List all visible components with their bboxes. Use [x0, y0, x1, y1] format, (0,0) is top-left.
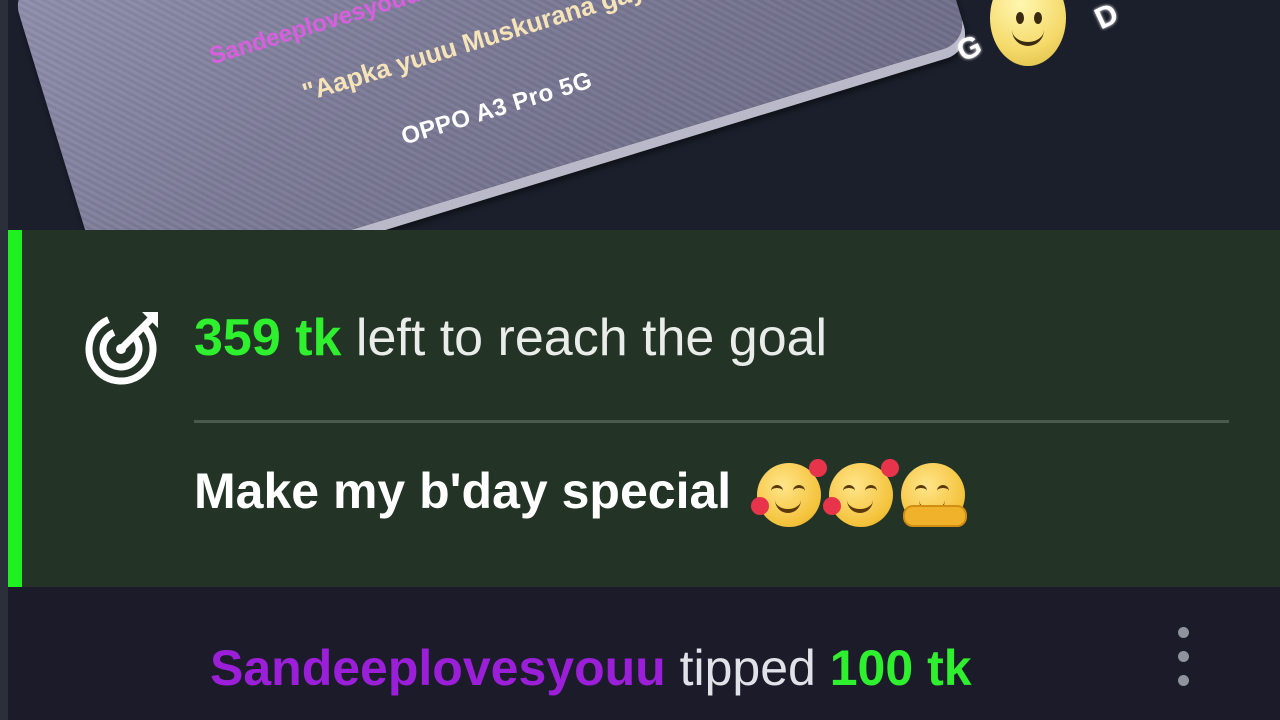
- goal-remaining-text: left to reach the goal: [355, 309, 828, 367]
- goal-title: Make my b'day special: [194, 459, 973, 528]
- target-icon: [85, 312, 158, 385]
- more-vertical-icon[interactable]: [1168, 627, 1198, 701]
- goal-emoji-group: [751, 459, 973, 528]
- goal-progress-line: 359 tk left to reach the goal: [194, 308, 827, 368]
- tip-amount: 100 tk: [829, 640, 972, 696]
- goal-divider: [194, 420, 1229, 423]
- tip-text-line: Sandeeplovesyouu tipped 100 tk: [210, 639, 972, 697]
- sticker-letter-d: D: [1089, 0, 1124, 37]
- smiling-face-with-hearts-icon: [751, 459, 828, 528]
- sticker-letter-g: G: [951, 28, 988, 69]
- goal-message: 359 tk left to reach the goal Make my b'…: [8, 230, 1280, 587]
- smiling-face-with-hearts-icon: [823, 459, 900, 528]
- left-rail: [0, 0, 8, 720]
- goal-title-text: Make my b'day special: [194, 463, 732, 519]
- tip-message: Sandeeplovesyouu tipped 100 tk: [8, 587, 1280, 720]
- smiley-icon: [990, 0, 1066, 66]
- tip-action: tipped: [679, 640, 816, 696]
- chat-feed: Sandeeplovesyouu "Aapka yuuu Muskurana g…: [0, 0, 1280, 720]
- tip-username[interactable]: Sandeeplovesyouu: [210, 640, 666, 696]
- sticker-cluster: G D: [950, 0, 1150, 80]
- image-phone-model: OPPO A3 Pro 5G: [398, 66, 596, 151]
- hugging-face-icon: [901, 463, 968, 528]
- goal-remaining-amount: 359 tk: [194, 309, 342, 367]
